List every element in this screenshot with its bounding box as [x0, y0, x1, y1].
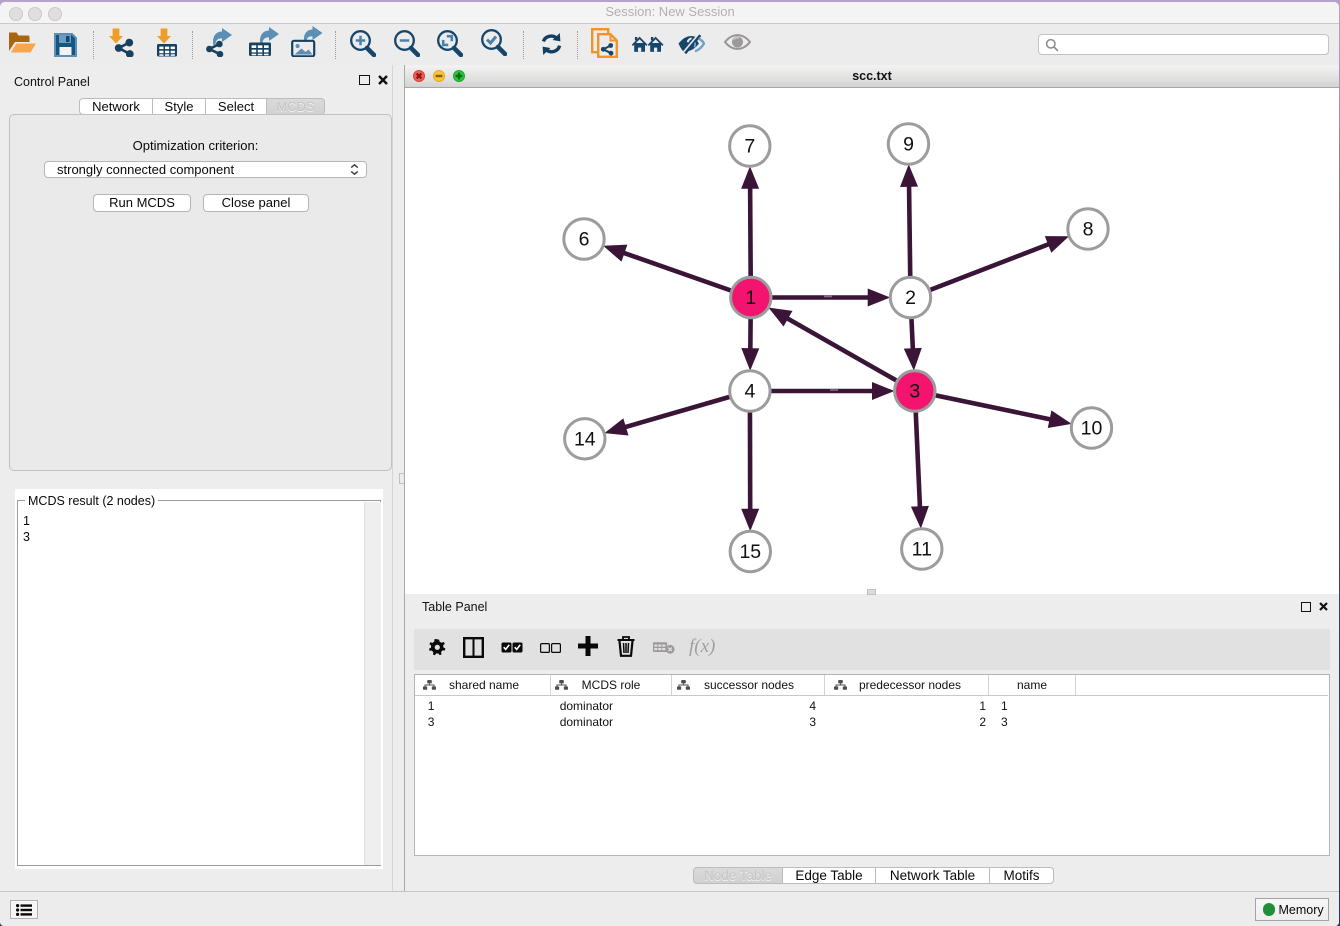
svg-text:9: 9	[903, 134, 914, 156]
svg-text:14: 14	[574, 428, 596, 450]
svg-text:6: 6	[579, 229, 590, 251]
svg-text:15: 15	[739, 541, 761, 563]
svg-text:4: 4	[744, 381, 755, 403]
svg-text:7: 7	[744, 136, 755, 158]
svg-text:3: 3	[909, 381, 920, 403]
svg-text:1: 1	[745, 287, 756, 309]
svg-text:2: 2	[905, 287, 916, 309]
svg-text:10: 10	[1081, 418, 1103, 440]
svg-text:8: 8	[1083, 219, 1094, 241]
svg-text:11: 11	[912, 539, 932, 561]
